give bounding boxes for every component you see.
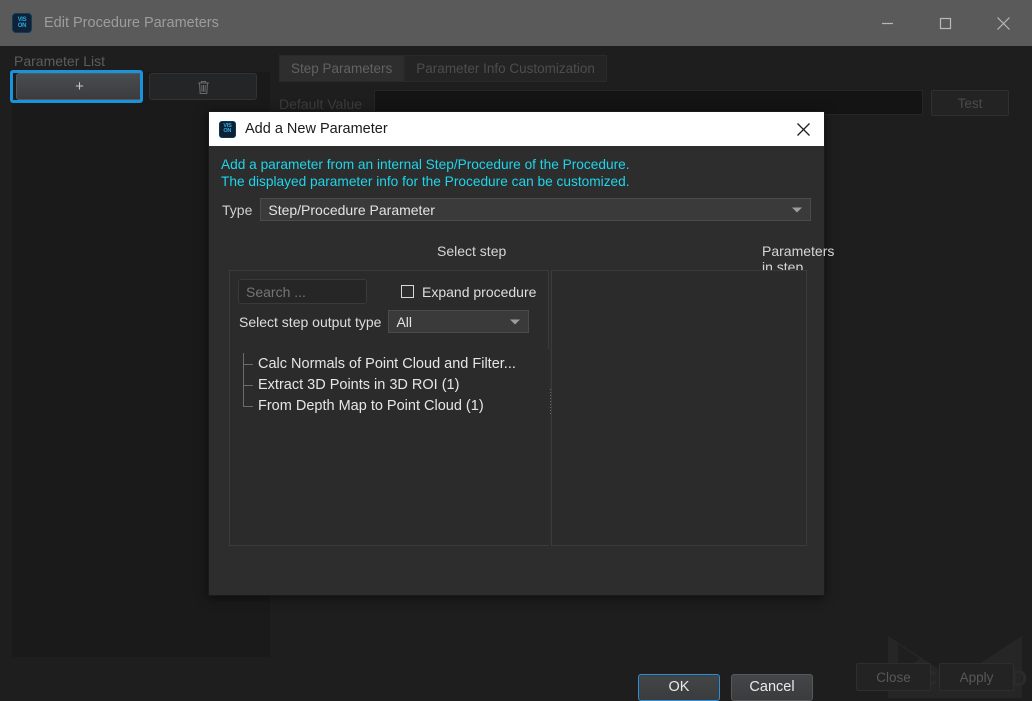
tree-item[interactable]: Calc Normals of Point Cloud and Filter..…: [241, 353, 549, 374]
dialog-close-icon[interactable]: [788, 115, 818, 143]
select-step-label: Select step: [437, 243, 507, 259]
chevron-down-icon: [792, 207, 802, 212]
application-root: VIS ON Edit Procedure Parameters Paramete…: [0, 0, 1032, 701]
dialog-panels: Expand procedure Select step output type…: [229, 270, 807, 547]
type-row: Type Step/Procedure Parameter: [209, 190, 824, 221]
parameter-list-label: Parameter List: [14, 53, 106, 69]
dialog-description: Add a parameter from an internal Step/Pr…: [209, 146, 824, 190]
section-labels: Select step Parameters in step: [209, 243, 834, 275]
dialog-body: Add a parameter from an internal Step/Pr…: [209, 146, 834, 275]
output-type-label: Select step output type: [239, 313, 382, 330]
trash-icon: [197, 80, 209, 94]
delete-parameter-button[interactable]: [149, 73, 257, 100]
type-label: Type: [222, 201, 253, 218]
step-tree[interactable]: Calc Normals of Point Cloud and Filter..…: [231, 349, 549, 545]
tree-item[interactable]: From Depth Map to Point Cloud (1): [241, 395, 549, 416]
default-value-label: Default Value: [279, 96, 363, 112]
close-icon[interactable]: [974, 0, 1032, 46]
select-step-panel: Expand procedure Select step output type…: [229, 270, 553, 547]
parameter-tabs: Step Parameters Parameter Info Customiza…: [279, 55, 607, 82]
add-parameter-button[interactable]: +: [16, 73, 143, 100]
maximize-icon[interactable]: [916, 0, 974, 46]
dialog-description-line1: Add a parameter from an internal Step/Pr…: [221, 157, 630, 172]
apply-button[interactable]: Apply: [939, 663, 1014, 691]
type-dropdown[interactable]: Step/Procedure Parameter: [260, 198, 811, 221]
add-new-parameter-dialog: VIS ON Add a New Parameter Add a paramete…: [208, 111, 834, 701]
output-type-dropdown[interactable]: All: [388, 310, 530, 333]
parameter-list-toolbar: +: [12, 72, 270, 101]
test-button[interactable]: Test: [931, 90, 1009, 116]
dialog-title: Add a New Parameter: [245, 121, 388, 137]
tab-parameter-info-customization[interactable]: Parameter Info Customization: [404, 55, 607, 82]
window-controls: [858, 0, 1032, 46]
ok-button[interactable]: OK: [638, 673, 720, 701]
tab-step-parameters[interactable]: Step Parameters: [279, 55, 405, 82]
tree-item[interactable]: Extract 3D Points in 3D ROI (1): [241, 374, 549, 395]
search-input[interactable]: [238, 279, 367, 304]
type-dropdown-value: Step/Procedure Parameter: [268, 201, 435, 218]
expand-procedure-checkbox-wrap[interactable]: Expand procedure: [401, 284, 536, 300]
expand-procedure-checkbox[interactable]: [401, 285, 414, 298]
parameters-in-step-panel[interactable]: [551, 270, 807, 546]
dialog-titlebar: VIS ON Add a New Parameter: [209, 112, 824, 146]
mech-vision-icon: VIS ON: [219, 120, 236, 138]
close-button[interactable]: Close: [856, 663, 931, 691]
output-type-dropdown-value: All: [396, 313, 412, 330]
expand-procedure-label: Expand procedure: [422, 283, 537, 300]
minimize-icon[interactable]: [858, 0, 916, 46]
output-type-row: Select step output type All: [230, 304, 548, 333]
dialog-buttons: OK Cancel: [209, 667, 826, 701]
main-window-titlebar: VIS ON Edit Procedure Parameters: [0, 0, 1032, 46]
main-window-title: Edit Procedure Parameters: [44, 15, 219, 31]
search-row: Expand procedure: [230, 271, 548, 304]
cancel-button[interactable]: Cancel: [731, 673, 813, 701]
chevron-down-icon: [510, 319, 521, 324]
dialog-description-line2: The displayed parameter info for the Pro…: [221, 174, 630, 189]
mech-vision-icon: VIS ON: [12, 13, 32, 33]
